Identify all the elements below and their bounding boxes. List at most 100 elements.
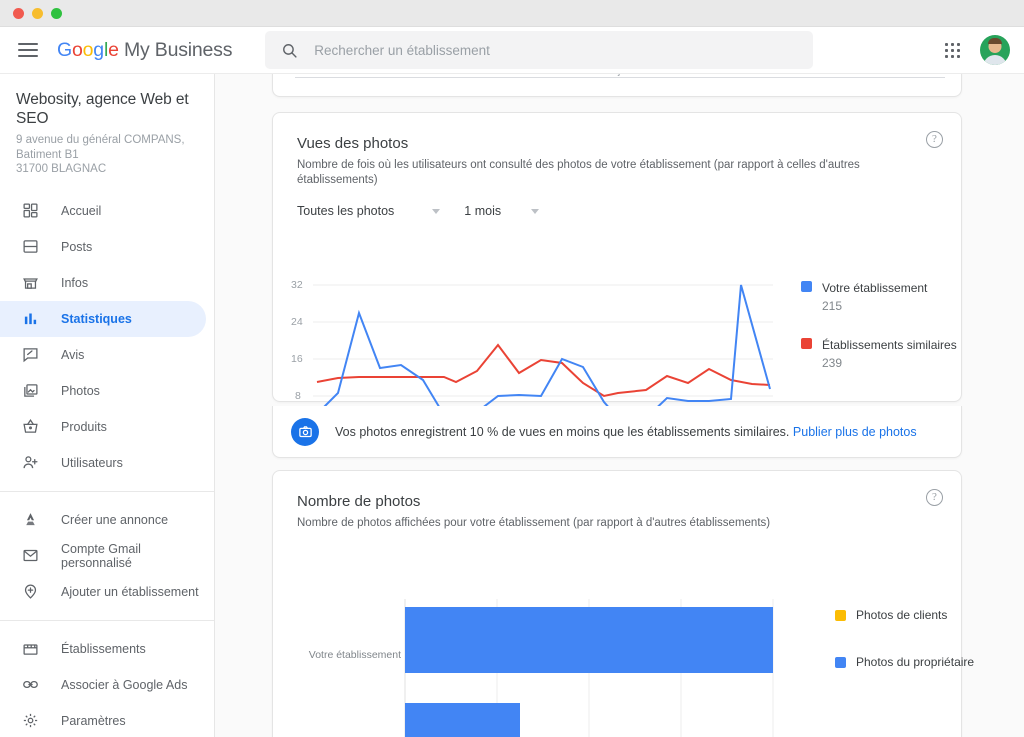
weekday-axis: lun. mar. mer. jeu. ven. sam. dim. [273, 74, 963, 85]
card-photo-count: ? Nombre de photos Nombre de photos affi… [272, 470, 974, 737]
logo-letter-g: G [57, 38, 72, 61]
app-header: Google My Business Rechercher un établis… [0, 27, 1024, 74]
weekday-label: jeu. [618, 74, 635, 77]
business-info: Webosity, agence Web et SEO 9 avenue du … [0, 74, 214, 189]
logo-letter-g2: g [93, 38, 104, 61]
main-content: lun. mar. mer. jeu. ven. sam. dim. ? Vue… [215, 74, 1024, 737]
weekday-label: mer. [529, 74, 549, 77]
chevron-down-icon [531, 208, 540, 214]
sidebar-item-label: Établissements [61, 641, 146, 656]
legend-item-your-business[interactable]: Votre établissement 215 [801, 279, 957, 315]
sidebar-item-posts[interactable]: Posts [0, 229, 206, 265]
camera-icon [291, 417, 319, 446]
sidebar-item-label: Utilisateurs [61, 455, 123, 470]
chart-legend: Votre établissement 215 Établissements s… [801, 279, 957, 372]
basket-icon [19, 416, 41, 438]
bar-your-business [405, 607, 773, 673]
legend-label: Établissements similaires [822, 338, 957, 352]
sidebar-group-tertiary: Établissements Associer à Google Ads Par… [0, 627, 214, 737]
sidebar-item-label: Compte Gmail personnalisé [61, 541, 141, 570]
sidebar: Webosity, agence Web et SEO 9 avenue du … [0, 74, 215, 737]
sidebar-item-label: Posts [61, 239, 93, 254]
legend-swatch-yellow [835, 610, 846, 621]
window-titlebar [0, 0, 1024, 27]
weekday-label: ven. [707, 74, 727, 77]
page-title: Vues des photos [297, 135, 409, 152]
bar-similar-businesses [405, 703, 520, 737]
sidebar-group-secondary: Créer une annonce Compte Gmail personnal… [0, 498, 214, 614]
search-icon [283, 43, 297, 58]
ads-icon [19, 509, 41, 531]
logo-letter-e: e [108, 38, 119, 61]
legend-value: 215 [822, 299, 843, 313]
menu-icon[interactable] [18, 43, 38, 57]
sidebar-item-label: Produits [61, 419, 107, 434]
window-minimize-button[interactable] [32, 7, 43, 19]
dashboard-icon [19, 200, 41, 222]
sidebar-item-ajouter-etablissement[interactable]: Ajouter un établissement [0, 574, 206, 610]
sidebar-item-label: Avis [61, 347, 85, 362]
app-window: Google My Business Rechercher un établis… [0, 0, 1024, 737]
sidebar-divider-1 [0, 490, 214, 492]
apps-grid-icon[interactable] [941, 39, 964, 62]
photos-icon [19, 380, 41, 402]
banner-message: Vos photos enregistrent 10 % de vues en … [335, 424, 790, 439]
window-close-button[interactable] [13, 7, 24, 19]
photos-filter-select[interactable]: Toutes les photos [297, 204, 441, 218]
search-input[interactable]: Rechercher un établissement [265, 31, 814, 69]
line-chart: 32 24 16 8 0 25 jui [273, 273, 963, 457]
card-partial-top: lun. mar. mer. jeu. ven. sam. dim. [272, 74, 962, 97]
link-icon [19, 674, 41, 696]
posts-icon [19, 236, 41, 258]
sidebar-item-compte-gmail[interactable]: Compte Gmail personnalisé [0, 538, 206, 574]
gear-icon [19, 710, 41, 732]
chart-filters: Toutes les photos 1 mois [297, 204, 937, 218]
sidebar-item-produits[interactable]: Produits [0, 409, 206, 445]
add-user-icon [19, 452, 41, 474]
weekday-label: lun. [351, 74, 368, 77]
search-placeholder: Rechercher un établissement [314, 42, 490, 58]
photos-filter-value: Toutes les photos [297, 204, 395, 218]
legend-item-owner-photos[interactable]: Photos du propriétaire [835, 655, 974, 669]
bar-chart-legend: Photos de clients Photos du propriétaire [835, 608, 974, 669]
store-icon [19, 272, 41, 294]
help-circle-icon[interactable]: ? [926, 131, 943, 148]
sidebar-item-utilisateurs[interactable]: Utilisateurs [0, 445, 206, 481]
sidebar-item-label: Ajouter un établissement [61, 584, 199, 599]
logo-letter-o1: o [71, 38, 83, 61]
sidebar-item-photos[interactable]: Photos [0, 373, 206, 409]
card-title: Nombre de photos [297, 493, 421, 510]
legend-item-customer-photos[interactable]: Photos de clients [835, 608, 974, 622]
avatar[interactable] [980, 35, 1010, 65]
legend-swatch-red [801, 338, 812, 349]
legend-item-similar-businesses[interactable]: Établissements similaires 239 [801, 336, 957, 372]
storefront-icon [19, 638, 41, 660]
sidebar-item-accueil[interactable]: Accueil [0, 193, 206, 229]
sidebar-item-avis[interactable]: Avis [0, 337, 206, 373]
sidebar-item-infos[interactable]: Infos [0, 265, 206, 301]
sidebar-item-google-ads[interactable]: Associer à Google Ads [0, 667, 206, 703]
period-filter-select[interactable]: 1 mois [464, 204, 540, 218]
chevron-down-icon [432, 208, 441, 214]
help-circle-icon[interactable]: ? [926, 489, 943, 506]
sidebar-item-label: Statistiques [61, 311, 132, 326]
weekday-label: mar. [440, 74, 460, 77]
bar-chart-icon [19, 308, 41, 330]
weekday-label: sam. [796, 74, 819, 77]
window-maximize-button[interactable] [51, 7, 62, 19]
card-photo-views: ? Vues des photos Nombre de fois où les … [272, 112, 963, 457]
sidebar-item-label: Paramètres [61, 713, 126, 728]
sidebar-item-statistiques[interactable]: Statistiques [0, 300, 206, 337]
sidebar-item-label: Associer à Google Ads [61, 677, 188, 692]
logo-letter-o2: o [82, 38, 94, 61]
publish-photos-link[interactable]: Publier plus de photos [793, 425, 917, 439]
sidebar-item-label: Infos [61, 275, 89, 290]
add-location-icon [19, 581, 41, 603]
sidebar-item-parametres[interactable]: Paramètres [0, 703, 206, 737]
sidebar-item-creer-annonce[interactable]: Créer une annonce [0, 502, 206, 538]
sidebar-divider-2 [0, 619, 214, 621]
brand-logo: Google My Business [57, 39, 232, 62]
sidebar-group-primary: Accueil Posts Infos Statistiques Avis Ph… [0, 189, 214, 485]
sidebar-item-etablissements[interactable]: Établissements [0, 631, 206, 667]
legend-swatch-blue [801, 281, 812, 292]
